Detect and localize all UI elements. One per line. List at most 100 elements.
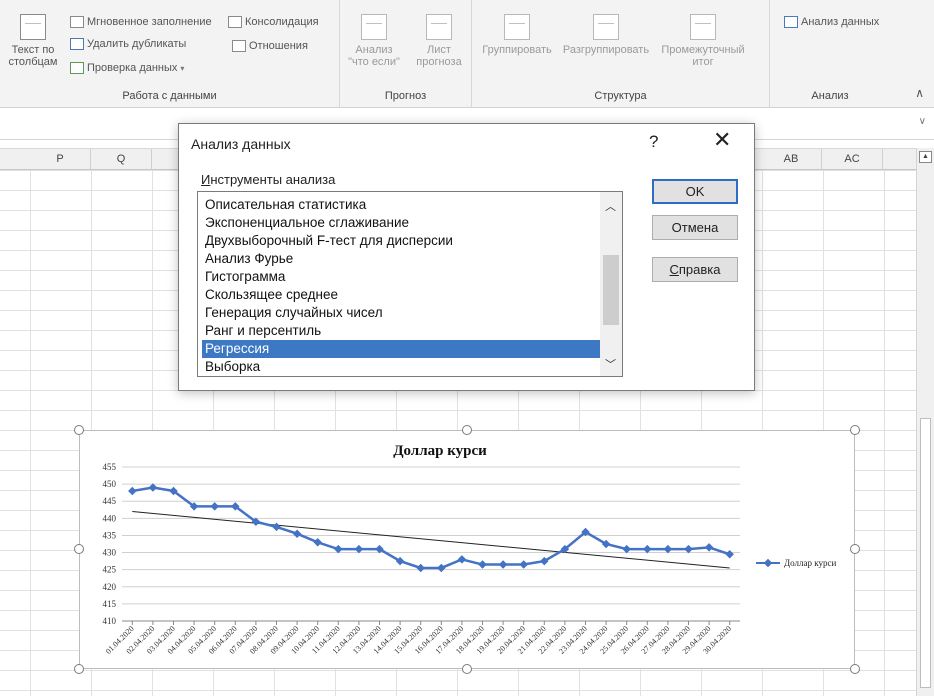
- group-outline: Группировать Разгруппировать Промежуточн…: [472, 0, 770, 108]
- list-item[interactable]: Анализ Фурье: [202, 250, 620, 268]
- group-label-forecast: Прогноз: [384, 90, 427, 102]
- data-point: [416, 563, 425, 573]
- column-header-ac[interactable]: AC: [822, 149, 883, 170]
- consolidate-label: Консолидация: [245, 16, 319, 28]
- chevron-down-icon: ▾: [180, 63, 185, 73]
- data-analysis-dialog: Анализ данных ? ✕ Инструменты анализа Оп…: [178, 123, 755, 391]
- column-header-ab[interactable]: AB: [761, 149, 822, 170]
- ungroup-button[interactable]: Разгруппировать: [558, 14, 654, 56]
- dialog-title: Анализ данных: [191, 136, 291, 152]
- flash-fill-button[interactable]: Мгновенное заполнение: [70, 16, 212, 28]
- group-label-data-tools: Работа с данными: [122, 90, 217, 102]
- trendline: [132, 510, 730, 569]
- chart-resize-handle-top-right[interactable]: [850, 425, 860, 435]
- scrollbar-thumb[interactable]: [920, 418, 931, 688]
- tools-label: Инструменты анализа: [201, 172, 336, 187]
- column-header-q[interactable]: Q: [91, 149, 152, 170]
- data-validation-button[interactable]: Проверка данных ▾: [70, 62, 184, 74]
- chart-resize-handle-bottom-right[interactable]: [850, 664, 860, 674]
- what-if-icon: [361, 14, 387, 40]
- line-chart: Доллар курси 410 415 420 425 430 435 440 445 450 4…: [103, 443, 837, 656]
- cancel-button[interactable]: Отмена: [652, 215, 738, 240]
- flash-fill-icon: [70, 16, 84, 28]
- help-button[interactable]: Справка: [652, 257, 738, 282]
- data-validation-label: Проверка данных: [87, 62, 178, 74]
- column-header-p[interactable]: P: [30, 149, 91, 170]
- group-forecast: Анализ "что если" Лист прогноза Прогноз: [340, 0, 472, 108]
- group-label-analysis: Анализ: [811, 90, 849, 102]
- data-point: [457, 555, 467, 564]
- forecast-sheet-icon: [426, 14, 452, 40]
- list-item[interactable]: Генерация случайных чисел: [202, 304, 620, 322]
- chart-title: Доллар курси: [393, 443, 487, 459]
- data-validation-icon: [70, 62, 84, 74]
- group-label: Группировать: [482, 44, 552, 56]
- vertical-scrollbar[interactable]: ▲: [916, 148, 934, 696]
- list-item[interactable]: Двухвыборочный F-тест для дисперсии: [202, 232, 620, 250]
- ungroup-label: Разгруппировать: [562, 44, 650, 56]
- close-icon[interactable]: ✕: [713, 129, 731, 151]
- tools-listbox[interactable]: Описательная статистика Экспоненциальное…: [197, 191, 623, 377]
- subtotal-button[interactable]: Промежуточный итог: [656, 14, 750, 68]
- data-point: [704, 543, 714, 552]
- data-point: [292, 529, 302, 538]
- flash-fill-label: Мгновенное заполнение: [87, 16, 212, 28]
- list-scrollbar[interactable]: ︿ ﹀: [600, 192, 622, 376]
- ungroup-icon: [593, 14, 619, 40]
- relationships-label: Отношения: [249, 40, 308, 52]
- relationships-icon: [232, 40, 246, 52]
- group-label-outline: Структура: [594, 90, 647, 102]
- text-to-columns-icon: [20, 14, 46, 40]
- help-icon[interactable]: ?: [649, 132, 658, 152]
- y-tick-label: 415: [103, 599, 117, 609]
- list-item[interactable]: Экспоненциальное сглаживание: [202, 214, 620, 232]
- chart-resize-handle-top-left[interactable]: [74, 425, 84, 435]
- list-item[interactable]: Описательная статистика: [202, 196, 620, 214]
- group-data-tools: Текст по столбцам Мгновенное заполнение …: [0, 0, 340, 108]
- remove-duplicates-button[interactable]: Удалить дубликаты: [70, 38, 186, 50]
- legend-marker: [763, 558, 773, 568]
- chart-resize-handle-bottom-left[interactable]: [74, 664, 84, 674]
- group-analysis: Анализ данных Анализ: [770, 0, 890, 108]
- data-analysis-label: Анализ данных: [801, 16, 880, 28]
- data-point: [437, 563, 446, 573]
- y-tick-label: 455: [103, 462, 117, 472]
- group-button[interactable]: Группировать: [478, 14, 556, 56]
- chevron-down-icon[interactable]: ﹀: [605, 356, 616, 372]
- list-item[interactable]: Ранг и персентиль: [202, 322, 620, 340]
- text-to-columns-button[interactable]: Текст по столбцам: [4, 14, 62, 68]
- forecast-sheet-button[interactable]: Лист прогноза: [410, 14, 468, 68]
- remove-duplicates-label: Удалить дубликаты: [87, 38, 187, 50]
- y-tick-label: 410: [103, 616, 117, 626]
- chart-resize-handle-top-middle[interactable]: [462, 425, 472, 435]
- consolidate-button[interactable]: Консолидация: [228, 16, 319, 28]
- y-tick-label: 435: [103, 530, 117, 540]
- relationships-button[interactable]: Отношения: [232, 40, 308, 52]
- chart-area[interactable]: Доллар курси 410 415 420 425 430 435 440 445 450 4…: [79, 430, 855, 669]
- list-item[interactable]: Выборка: [202, 358, 620, 376]
- data-analysis-button[interactable]: Анализ данных: [784, 16, 879, 28]
- chart-resize-handle-bottom-middle[interactable]: [462, 664, 472, 674]
- y-tick-label: 450: [103, 479, 117, 489]
- ribbon: Текст по столбцам Мгновенное заполнение …: [0, 0, 934, 108]
- data-point: [272, 522, 281, 532]
- scroll-up-icon[interactable]: ▲: [919, 151, 932, 163]
- data-point: [128, 486, 137, 496]
- subtotal-icon: [690, 14, 716, 40]
- chevron-up-icon[interactable]: ︿: [605, 198, 616, 214]
- chart-resize-handle-middle-right[interactable]: [850, 544, 860, 554]
- chart-resize-handle-middle-left[interactable]: [74, 544, 84, 554]
- list-item[interactable]: Гистограмма: [202, 268, 620, 286]
- consolidate-icon: [228, 16, 242, 28]
- data-point: [725, 550, 734, 559]
- ok-button[interactable]: OK: [652, 179, 738, 204]
- expand-formula-bar-icon[interactable]: ∨: [919, 116, 926, 127]
- list-item[interactable]: Скользящее среднее: [202, 286, 620, 304]
- data-point: [498, 560, 508, 569]
- what-if-button[interactable]: Анализ "что если": [344, 14, 404, 68]
- y-tick-label: 420: [103, 582, 117, 592]
- list-item-selected[interactable]: Регрессия: [202, 340, 620, 358]
- collapse-ribbon-icon[interactable]: ∧: [915, 86, 924, 100]
- what-if-label: Анализ "что если": [348, 44, 400, 68]
- list-scrollbar-thumb[interactable]: [603, 255, 619, 325]
